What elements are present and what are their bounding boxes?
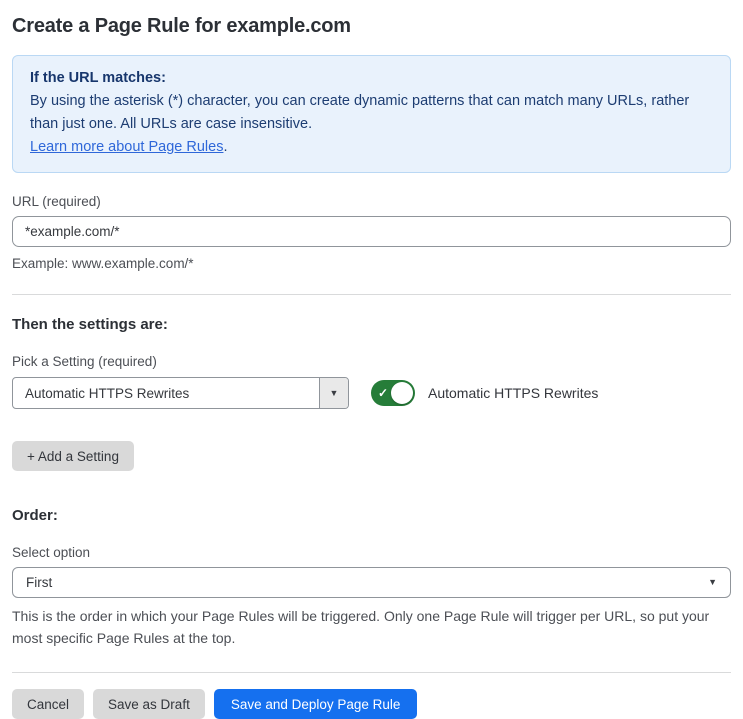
footer-divider [12, 672, 731, 673]
learn-more-link[interactable]: Learn more about Page Rules [30, 139, 223, 155]
save-as-draft-button[interactable]: Save as Draft [93, 689, 205, 719]
check-icon: ✓ [378, 386, 389, 400]
link-period: . [223, 139, 228, 155]
pick-setting-label: Pick a Setting (required) [12, 354, 157, 369]
setting-dropdown-arrow-button[interactable]: ▼ [319, 378, 348, 408]
info-box-body: By using the asterisk (*) character, you… [30, 93, 690, 132]
url-label: URL (required) [12, 194, 101, 209]
cancel-button[interactable]: Cancel [12, 689, 85, 719]
setting-dropdown-value: Automatic HTTPS Rewrites [25, 385, 190, 401]
url-example-helper: Example: www.example.com/* [12, 256, 194, 271]
select-option-label: Select option [12, 545, 91, 560]
order-heading: Order: [12, 507, 58, 524]
settings-heading: Then the settings are: [12, 316, 168, 333]
info-box-heading: If the URL matches: [30, 70, 166, 86]
setting-row: Automatic HTTPS Rewrites ▼ ✓ Automatic H… [12, 377, 731, 409]
setting-toggle[interactable]: ✓ [371, 380, 415, 406]
add-setting-button[interactable]: + Add a Setting [12, 441, 134, 471]
form-actions: Cancel Save as Draft Save and Deploy Pag… [12, 689, 731, 719]
chevron-down-icon: ▼ [329, 387, 339, 398]
order-select[interactable]: First ▼ [12, 567, 731, 598]
toggle-label: Automatic HTTPS Rewrites [428, 385, 599, 401]
save-and-deploy-button[interactable]: Save and Deploy Page Rule [213, 689, 418, 719]
create-page-rule-form: Create a Page Rule for example.com If th… [0, 15, 743, 719]
order-select-value: First [26, 575, 53, 590]
section-divider [12, 294, 731, 295]
order-helper-text: This is the order in which your Page Rul… [12, 608, 710, 646]
toggle-knob [391, 382, 413, 404]
info-box-link-line: Learn more about Page Rules. [30, 136, 713, 159]
url-input[interactable] [12, 216, 731, 247]
chevron-down-icon: ▼ [708, 577, 717, 587]
page-title: Create a Page Rule for example.com [12, 15, 351, 37]
setting-dropdown[interactable]: Automatic HTTPS Rewrites ▼ [12, 377, 349, 409]
url-matches-info-box: If the URL matches: By using the asteris… [12, 55, 731, 173]
